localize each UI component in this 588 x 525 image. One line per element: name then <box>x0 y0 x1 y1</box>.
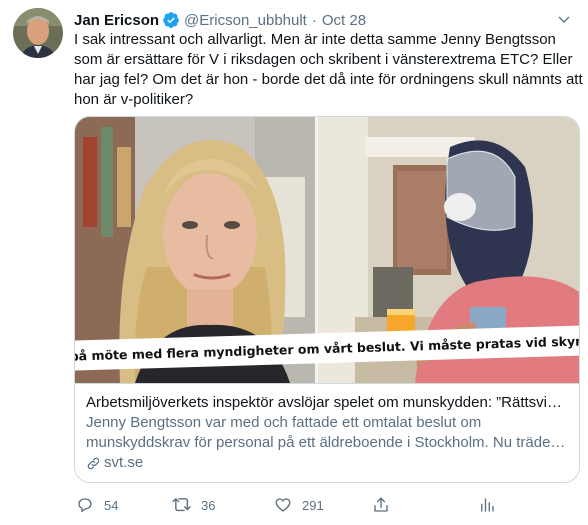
avatar-image <box>13 8 63 58</box>
tweet-text: I sak intressant och allvarligt. Men är … <box>74 31 583 108</box>
card-image[interactable]: Sitter på möte med flera myndigheter om … <box>75 117 579 383</box>
card-description: Jenny Bengtsson var med och fattade ett … <box>86 414 556 451</box>
card-domain-text: svt.se <box>104 454 144 471</box>
verified-badge-icon <box>163 12 179 28</box>
action-bar: 54 36 291 <box>74 492 514 518</box>
card-domain: svt.se <box>86 453 568 473</box>
link-card[interactable]: Sitter på möte med flera myndigheter om … <box>74 116 580 483</box>
share-icon <box>370 494 392 516</box>
author-handle[interactable]: @Ericson_ubbhult <box>184 12 307 29</box>
heart-icon <box>272 494 294 516</box>
like-button[interactable]: 291 <box>272 494 324 516</box>
reply-button[interactable]: 54 <box>74 494 118 516</box>
retweet-count: 36 <box>201 497 216 513</box>
chevron-down-icon <box>558 16 570 23</box>
analytics-icon <box>476 494 498 516</box>
link-icon <box>87 457 100 469</box>
author-name[interactable]: Jan Ericson <box>74 12 159 29</box>
card-title[interactable]: Arbetsmiljöverkets inspektör avslöjar sp… <box>86 393 568 413</box>
tweet-header: Jan Ericson @Ericson_ubbhult · Oct 28 <box>74 10 366 30</box>
like-count: 291 <box>302 497 324 513</box>
reply-count: 54 <box>104 497 119 513</box>
more-options-button[interactable] <box>553 9 575 31</box>
analytics-button[interactable] <box>476 494 498 516</box>
reply-icon <box>74 494 96 516</box>
tweet[interactable]: Jan Ericson @Ericson_ubbhult · Oct 28 I … <box>0 0 588 525</box>
retweet-icon <box>171 494 193 516</box>
separator-dot: · <box>311 11 317 29</box>
retweet-button[interactable]: 36 <box>171 494 215 516</box>
avatar[interactable] <box>13 8 63 58</box>
card-body[interactable]: Arbetsmiljöverkets inspektör avslöjar sp… <box>75 383 579 482</box>
tweet-date[interactable]: Oct 28 <box>322 12 366 29</box>
share-button[interactable] <box>370 494 392 516</box>
